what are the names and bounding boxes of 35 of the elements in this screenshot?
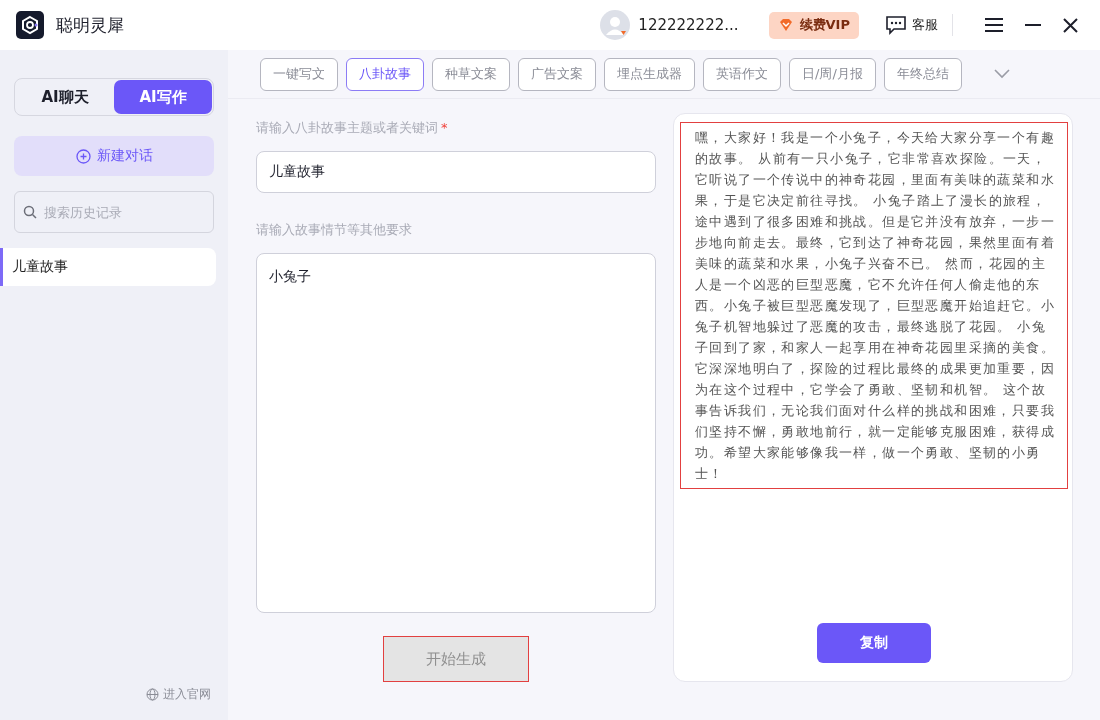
category-tab[interactable]: 年终总结 [883,57,962,91]
category-tab[interactable]: 八卦故事 [346,57,424,91]
field-label: 请输入八卦故事主题或者关键词 * [256,119,449,137]
category-tab[interactable]: 种草文案 [432,57,510,91]
category-tab[interactable]: 广告文案 [518,57,596,91]
new-chat-button[interactable]: 新建对话 [14,136,214,176]
menu-icon[interactable] [985,17,1003,33]
app-title: 聪明灵犀 [56,13,124,37]
vip-button[interactable]: 续费VIP [768,11,859,39]
search-field[interactable]: 搜索历史记录 [14,191,214,233]
search-icon [23,205,37,219]
mode-tab[interactable]: AI写作 [114,80,212,114]
copy-button[interactable]: 复制 [817,623,931,663]
minimize-icon[interactable] [1025,23,1041,27]
username[interactable]: 122222222... [638,16,739,34]
required-mark: * [441,120,448,135]
chevron-down-icon[interactable] [993,69,1010,79]
details-input[interactable]: 小兔子 [256,253,656,613]
category-tab[interactable]: 埋点生成器 [604,57,695,91]
category-tab[interactable]: 一键写文 [260,57,338,91]
category-tab[interactable]: 英语作文 [703,57,781,91]
chat-bubble-icon [885,15,907,35]
support-button[interactable]: 客服 [885,15,938,35]
topic-input[interactable]: 儿童故事 [256,151,656,193]
history-item[interactable]: 儿童故事 [0,248,216,286]
mode-tab[interactable]: AI聊天 [16,80,114,114]
field-label: 请输入故事情节等其他要求 [256,221,413,239]
globe-icon [146,688,159,701]
diamond-icon [777,17,794,33]
website-link[interactable]: 进入官网 [146,686,211,703]
category-tab[interactable]: 日/周/月报 [789,57,876,91]
plus-circle-icon [75,148,91,164]
app-logo-icon [16,11,44,39]
close-icon[interactable] [1063,17,1078,33]
story-text: 嘿，大家好！我是一个小兔子，今天给大家分享一个有趣的故事。 从前有一只小兔子，它非常喜欢探险。一天，它听说了一个传说中的神奇花园，里面有美味的蔬菜和水果，于是它决定前往寻找。 小兔子踏上了漫长的旅程，途中遇到了很多困难和挑战。但是它并没有放弃，一步一步地向前走去。最终，它到达了神奇花园，果然里面有着美味的蔬菜和水果，小兔子兴奋不已。 然而，花园的主人是一个凶恶的巨型恶魔，它不允许任何人偷走他的东西。小兔子被巨型恶魔发现了，巨型恶魔开始追赶它。小兔子机智地躲过了恶魔的攻击，最终逃脱了花园。 小兔子回到了家，和家人一起享用在神奇花园里采摘的美食。它深深地明白了，探险的过程比最终的成果更加重要，因为在这个过程中，它学会了勇敢、坚韧和机智。 这个故事告诉我们，无论我们面对什么样的挑战和困难，只要我们坚持不懈，勇敢地前行，就一定能够克服困难，获得成功。希望大家能够像我一样，做一个勇敢、坚韧的小勇士！ [680,122,1068,489]
